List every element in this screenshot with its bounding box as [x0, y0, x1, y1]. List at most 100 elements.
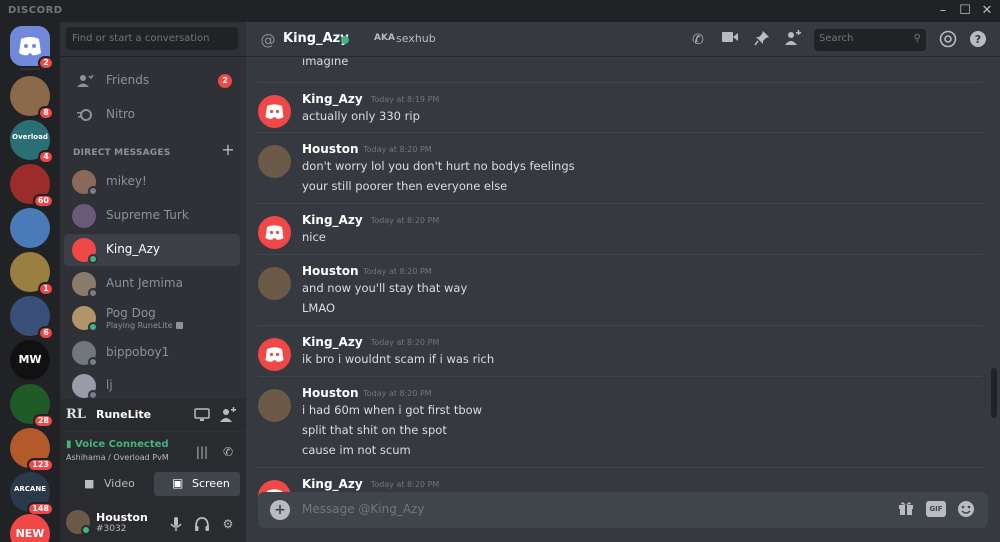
help-icon[interactable]: ?	[968, 30, 988, 50]
message-divider	[258, 82, 982, 83]
user-avatar[interactable]	[258, 389, 291, 422]
microphone-icon[interactable]	[168, 516, 184, 532]
maximize-icon[interactable]: ☐	[954, 2, 976, 20]
recipient-online-indicator	[341, 36, 349, 44]
user-avatar[interactable]	[258, 267, 291, 300]
nitro-label: Nitro	[106, 107, 136, 121]
header-search-input[interactable]: Search ⚲	[814, 29, 926, 51]
screen-label: Screen	[192, 477, 230, 490]
message-divider	[258, 254, 982, 255]
dm-status-indicator	[88, 322, 98, 332]
message-group: Houston Today at 8:20 PM don't worry lol y…	[246, 142, 986, 202]
server-icon[interactable]: 28	[10, 384, 54, 428]
create-dm-plus-icon[interactable]: +	[220, 142, 236, 158]
server-icon[interactable]: ARCANE 148	[10, 472, 54, 516]
runelite-logo: RL	[66, 407, 86, 422]
dm-item[interactable]: King_Azy	[64, 234, 240, 266]
discord-window: DISCORD – ☐ ✕ 2 8 Overload 4 60 1 6 MW 28 123 ARC…	[0, 0, 1000, 542]
message-author[interactable]: King_Azy	[302, 213, 363, 227]
screen-icon: ▣	[172, 476, 184, 490]
message-group: King_Azy Today at 8:20 PM nice	[246, 213, 986, 253]
dm-item[interactable]: mikey!	[64, 166, 240, 198]
add-to-group-icon[interactable]	[783, 30, 803, 50]
server-mention-badge: 60	[32, 194, 54, 208]
signal-bars-icon: ▮	[66, 439, 72, 450]
conversation-search-input[interactable]: Find or start a conversation	[66, 27, 238, 50]
server-icon[interactable]: 6	[10, 296, 54, 340]
message-author[interactable]: King_Azy	[302, 477, 363, 491]
add-friend-icon[interactable]	[220, 407, 236, 423]
video-label: Video	[104, 477, 135, 490]
nitro-nav-item[interactable]: Nitro	[66, 100, 238, 130]
message-divider	[258, 203, 982, 204]
app-logo: DISCORD	[8, 5, 63, 16]
disconnect-call-icon[interactable]: ✆	[220, 444, 236, 460]
discord-avatar-icon[interactable]	[258, 216, 291, 249]
message-author[interactable]: King_Azy	[302, 92, 363, 106]
stream-screen-icon[interactable]	[194, 407, 210, 423]
home-button[interactable]: 2	[10, 26, 54, 70]
message-timestamp: Today at 8:20 PM	[370, 338, 440, 347]
noise-suppression-icon[interactable]: |||	[194, 444, 210, 460]
dm-activity: Playing RuneLite	[106, 321, 183, 330]
video-button[interactable]: ■ Video	[64, 472, 150, 496]
svg-text:?: ?	[975, 33, 981, 46]
server-icon[interactable]	[10, 208, 50, 248]
dm-item[interactable]: Aunt Jemima	[64, 268, 240, 300]
friends-nav-item[interactable]: Friends 2	[66, 66, 238, 96]
video-call-icon[interactable]	[720, 30, 740, 50]
server-mention-badge: 1	[38, 282, 54, 296]
server-mention-badge: 8	[38, 106, 54, 120]
dm-item[interactable]: Supreme Turk	[64, 200, 240, 232]
emoji-picker-icon[interactable]	[956, 500, 976, 520]
discord-avatar-icon[interactable]	[258, 338, 291, 371]
screen-share-button[interactable]: ▣ Screen	[154, 472, 240, 496]
voice-call-icon[interactable]: ✆	[688, 30, 708, 50]
settings-gear-icon[interactable]: ⚙	[220, 516, 236, 532]
user-status-indicator	[81, 525, 91, 535]
dm-item[interactable]: bippoboy1	[64, 337, 240, 369]
voice-channel-name[interactable]: Ashihama / Overload PvM	[66, 453, 169, 462]
server-icon[interactable]: NEW	[10, 514, 50, 542]
mentions-icon[interactable]	[938, 30, 958, 50]
message-divider	[258, 376, 982, 377]
message-author[interactable]: King_Azy	[302, 335, 363, 349]
close-icon[interactable]: ✕	[976, 2, 998, 20]
message-text: your still poorer then everyone else	[302, 179, 508, 193]
server-icon[interactable]: 123	[10, 428, 54, 472]
minimize-icon[interactable]: –	[932, 2, 954, 20]
message-timestamp: Today at 8:20 PM	[363, 145, 432, 154]
message-author[interactable]: Houston	[302, 386, 359, 400]
dm-item[interactable]: lj	[64, 370, 240, 402]
message-timestamp: Today at 8:20 PM	[363, 267, 432, 276]
dm-name: bippoboy1	[106, 345, 170, 359]
search-placeholder: Search	[819, 33, 854, 44]
server-icon[interactable]: Overload 4	[10, 120, 54, 164]
message-text: split that shit on the spot	[302, 423, 447, 437]
gift-icon[interactable]	[896, 500, 916, 520]
message-author[interactable]: Houston	[302, 264, 359, 278]
rich-presence-icon	[175, 322, 183, 329]
message-text: don't worry lol you don't hurt no bodys …	[302, 159, 575, 173]
title-bar: DISCORD – ☐ ✕	[0, 0, 1000, 22]
pinned-messages-icon[interactable]	[752, 30, 772, 50]
server-icon[interactable]: MW	[10, 340, 50, 380]
message-composer[interactable]: + Message @King_Azy GIF	[258, 492, 988, 528]
nitro-icon	[76, 107, 94, 123]
message-scrollbar[interactable]	[991, 368, 997, 418]
home-badge: 2	[38, 56, 54, 70]
server-icon[interactable]: 1	[10, 252, 54, 296]
server-icon[interactable]: 8	[10, 76, 54, 120]
user-avatar[interactable]	[258, 145, 291, 178]
headphones-icon[interactable]	[194, 516, 210, 532]
upload-plus-icon[interactable]: +	[270, 500, 290, 520]
server-icon[interactable]: 60	[10, 164, 54, 208]
dm-item[interactable]: Pog Dog Playing RuneLite	[64, 302, 240, 334]
server-label: ARCANE	[13, 485, 46, 493]
dm-name: mikey!	[106, 174, 147, 188]
gif-picker-icon[interactable]: GIF	[926, 501, 946, 517]
message-author[interactable]: Houston	[302, 142, 359, 156]
discord-avatar-icon[interactable]	[258, 95, 291, 128]
server-separator	[20, 68, 40, 70]
message-divider	[258, 132, 982, 133]
